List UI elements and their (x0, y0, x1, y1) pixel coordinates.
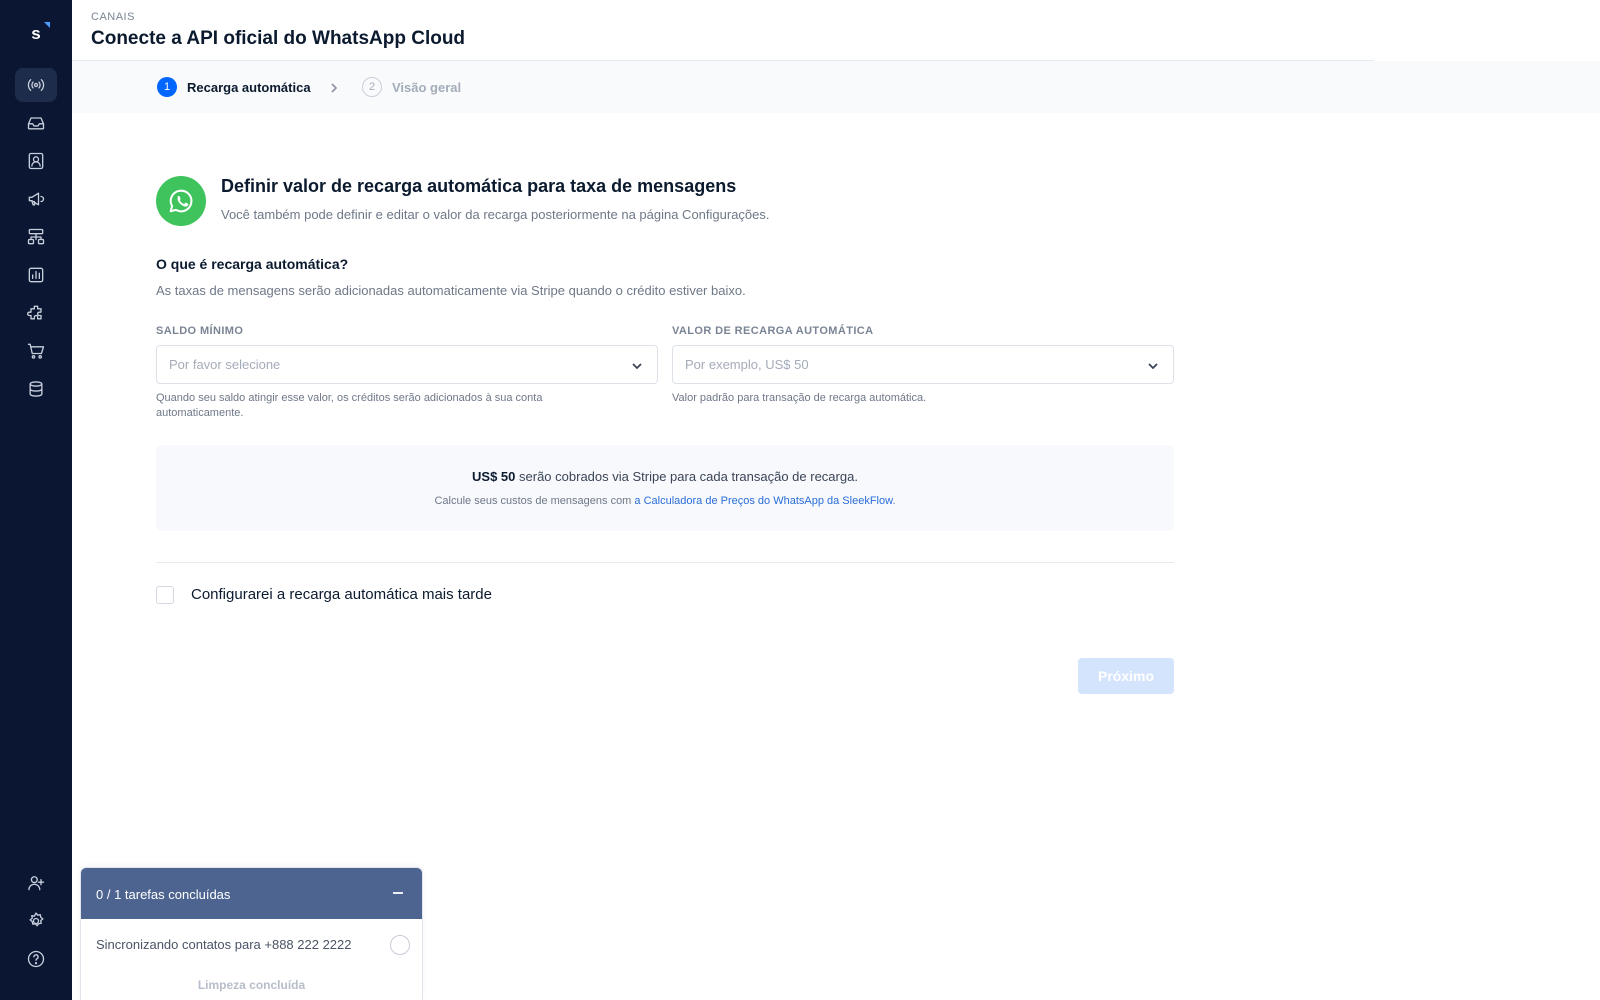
configure-later-label[interactable]: Configurarei a recarga automática mais t… (191, 586, 492, 603)
next-button[interactable]: Próximo (1078, 658, 1174, 694)
chevron-down-icon (632, 363, 642, 370)
sidebar: s (0, 0, 72, 1000)
sidebar-item-broadcasts[interactable] (15, 182, 57, 216)
broadcast-icon (27, 79, 45, 91)
min-balance-label: SALDO MÍNIMO (156, 325, 244, 337)
app-logo[interactable]: s (22, 20, 50, 48)
logo-mark (44, 22, 50, 28)
section-title: Definir valor de recarga automática para… (221, 176, 737, 196)
section-subtitle: Você também pode definir e editar o valo… (221, 207, 770, 222)
minimize-icon[interactable] (390, 885, 406, 901)
sidebar-item-integrations[interactable] (15, 296, 57, 330)
step-number: 2 (362, 77, 382, 97)
step-label: Visão geral (392, 79, 462, 95)
sidebar-item-invite-users[interactable] (15, 866, 57, 900)
pricing-calculator-link[interactable]: a Calculadora de Preços do WhatsApp da S… (634, 495, 892, 507)
contact-card-icon (28, 152, 44, 170)
divider (156, 562, 1174, 563)
logo-letter: s (31, 24, 41, 43)
breadcrumb[interactable]: CANAIS (91, 11, 135, 23)
charge-summary-text: serão cobrados via Stripe para cada tran… (515, 469, 858, 484)
sidebar-item-settings[interactable] (15, 904, 57, 938)
sidebar-item-analytics[interactable] (15, 258, 57, 292)
gear-icon (29, 912, 44, 927)
stepper: 1 Recarga automática 2 Visão geral (72, 61, 1600, 113)
step-recharge[interactable]: 1 Recarga automática (157, 76, 311, 98)
add-user-icon (28, 876, 45, 891)
charge-amount: US$ 50 (472, 469, 516, 484)
whatsapp-icon (156, 176, 206, 226)
min-balance-placeholder: Por favor selecione (169, 357, 281, 372)
min-balance-select[interactable]: Por favor selecione (156, 345, 658, 384)
sidebar-item-flows[interactable] (15, 220, 57, 254)
topup-value-select[interactable]: Por exemplo, US$ 50 (672, 345, 1174, 384)
cart-icon (27, 343, 45, 359)
min-balance-help: Quando seu saldo atingir esse valor, os … (156, 392, 543, 419)
inbox-icon (27, 117, 45, 130)
chart-icon (28, 267, 44, 283)
topup-value-placeholder: Por exemplo, US$ 50 (685, 357, 809, 372)
task-status-indicator (390, 935, 410, 955)
calculator-note-suffix: . (892, 495, 896, 507)
charge-info-box: US$ 50 serão cobrados via Stripe para ca… (156, 445, 1174, 531)
task-item-label: Sincronizando contatos para +888 222 222… (96, 937, 352, 952)
sidebar-item-inbox[interactable] (15, 106, 57, 140)
sidebar-item-data[interactable] (15, 372, 57, 406)
step-overview[interactable]: 2 Visão geral (362, 76, 461, 98)
task-progress: 0 / 1 tarefas concluídas (96, 887, 231, 902)
calculator-note-prefix: Calcule seus custos de mensagens com (434, 495, 635, 507)
page-header: CANAIS Conecte a API oficial do WhatsApp… (72, 0, 1374, 61)
flow-builder-icon (27, 228, 45, 245)
sidebar-item-help[interactable] (15, 942, 57, 976)
database-icon (29, 381, 43, 397)
chevron-right-icon (328, 81, 340, 93)
charge-summary: US$ 50 serão cobrados via Stripe para ca… (156, 469, 1174, 484)
chevron-down-icon (1148, 363, 1158, 370)
sidebar-item-channels[interactable] (15, 68, 57, 102)
task-panel-header[interactable]: 0 / 1 tarefas concluídas (81, 868, 422, 919)
megaphone-icon (28, 192, 45, 206)
puzzle-icon (27, 305, 42, 320)
step-label: Recarga automática (187, 79, 311, 95)
sidebar-item-commerce[interactable] (15, 334, 57, 368)
task-panel: 0 / 1 tarefas concluídas Sincronizando c… (80, 867, 423, 1000)
clear-completed-button[interactable]: Limpeza concluída (81, 978, 422, 992)
topup-value-help: Valor padrão para transação de recarga a… (672, 392, 927, 404)
question-description: As taxas de mensagens serão adicionadas … (156, 283, 746, 298)
help-icon (27, 950, 45, 968)
calculator-note: Calcule seus custos de mensagens com a C… (156, 495, 1174, 507)
page-title: Conecte a API oficial do WhatsApp Cloud (91, 28, 466, 49)
step-number: 1 (157, 77, 177, 97)
configure-later-checkbox[interactable] (156, 586, 174, 604)
question-title: O que é recarga automática? (156, 256, 349, 272)
sidebar-item-contacts[interactable] (15, 144, 57, 178)
topup-value-label: VALOR DE RECARGA AUTOMÁTICA (672, 325, 874, 337)
